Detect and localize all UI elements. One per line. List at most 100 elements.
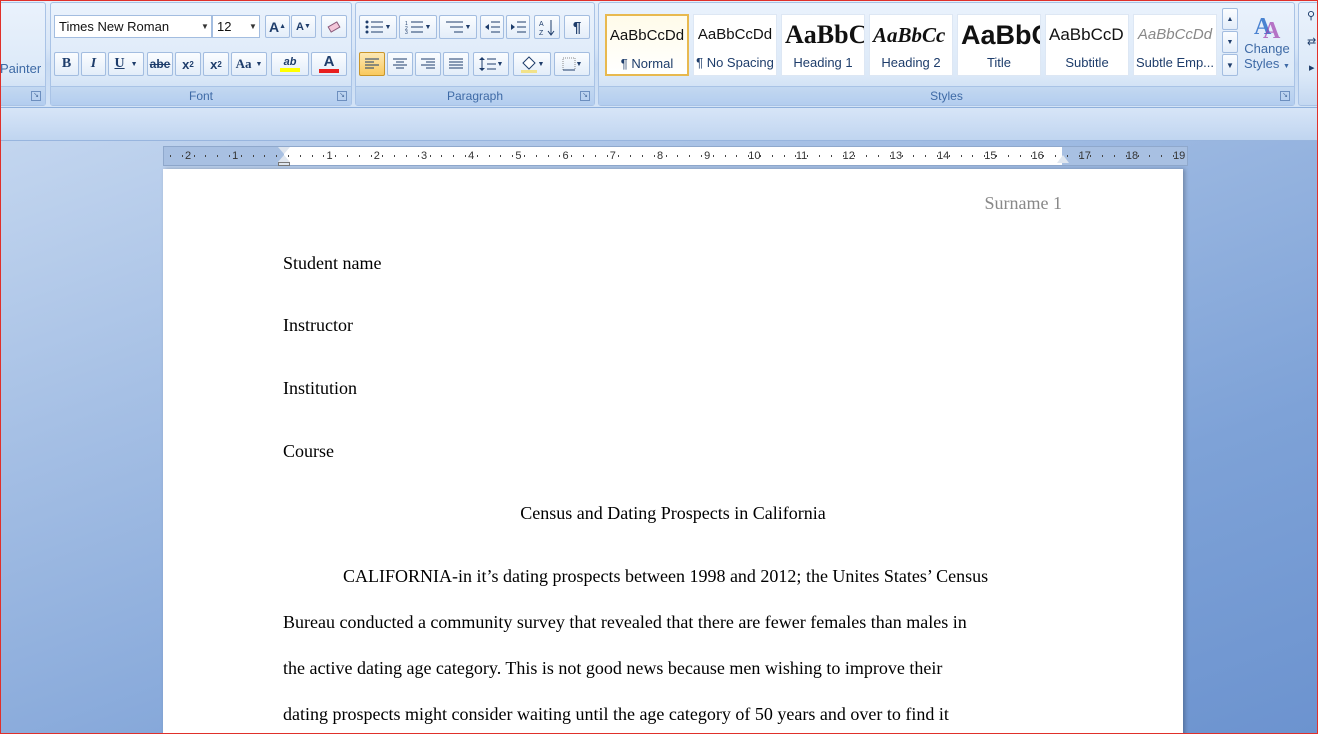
ruler-minor-tick (1173, 155, 1174, 157)
increase-indent-button[interactable] (506, 15, 530, 39)
style-preview: AaBbC (961, 20, 1040, 50)
replace-icon[interactable]: ⇄ (1307, 35, 1316, 48)
chevron-down-icon[interactable]: ▼ (465, 24, 472, 31)
style-preview: AaBbCc (873, 23, 946, 47)
chevron-down-icon[interactable]: ▼ (385, 24, 392, 31)
style-title[interactable]: AaBbC Title (957, 14, 1041, 76)
svg-text:3: 3 (405, 30, 408, 34)
font-size-select[interactable]: 12 ▼ (212, 15, 260, 38)
find-icon[interactable]: ⚲ (1307, 9, 1315, 22)
ruler-minor-tick (335, 155, 337, 157)
ruler-minor-tick (984, 155, 986, 157)
ruler-minor-tick (453, 155, 455, 157)
style-subtle-emphasis[interactable]: AaBbCcDd Subtle Emp... (1133, 14, 1217, 76)
strikethrough-button[interactable]: abe (147, 52, 173, 76)
left-indent-marker[interactable] (278, 162, 290, 166)
ruler-minor-tick (618, 155, 620, 157)
show-formatting-marks-button[interactable]: ¶ (564, 15, 590, 39)
align-right-button[interactable] (415, 52, 441, 76)
font-color-button[interactable]: A (311, 52, 347, 76)
style-name: Heading 2 (881, 55, 941, 70)
chevron-down-icon: ▼ (1283, 63, 1290, 70)
hanging-indent-marker[interactable] (278, 155, 290, 162)
clipboard-launcher-icon[interactable]: ↘ (31, 91, 41, 101)
align-left-button[interactable] (359, 52, 385, 76)
ruler-minor-tick (1102, 155, 1104, 157)
ruler-tick-label: 14 (937, 150, 950, 162)
chevron-down-icon[interactable]: ▼ (538, 61, 545, 68)
subscript-button[interactable]: x2 (175, 52, 201, 76)
ruler-minor-tick (1125, 155, 1127, 157)
font-dialog-launcher-icon[interactable]: ↘ (337, 91, 347, 101)
ruler-minor-tick (476, 155, 478, 157)
ruler-minor-tick (406, 155, 407, 157)
style-heading-1[interactable]: AaBbC Heading 1 (781, 14, 865, 76)
highlighter-icon: ab (283, 56, 297, 68)
ruler-tick-label: 7 (609, 150, 616, 162)
style-no-spacing[interactable]: AaBbCcDd ¶ No Spacing (693, 14, 777, 76)
ruler-tick-label: 9 (704, 150, 711, 162)
superscript-button[interactable]: x2 (203, 52, 229, 76)
right-indent-marker[interactable] (1057, 155, 1069, 163)
ruler-minor-tick (264, 155, 266, 157)
bullets-button[interactable]: ▼ (359, 15, 397, 39)
styles-scroll-down-button[interactable]: ▼ (1222, 31, 1238, 53)
document-page[interactable]: Surname 1 Student name Instructor Instit… (163, 169, 1183, 734)
styles-more-button[interactable]: ▼ (1222, 54, 1238, 76)
italic-button[interactable]: I (81, 52, 106, 76)
chevron-down-icon[interactable]: ▼ (255, 60, 262, 68)
font-family-value: Times New Roman (59, 19, 170, 34)
change-case-button[interactable]: Aa ▼ (231, 52, 267, 76)
font-family-select[interactable]: Times New Roman ▼ (54, 15, 212, 38)
change-styles-icon: A A (1254, 14, 1281, 41)
clear-formatting-button[interactable] (321, 15, 347, 38)
line-spacing-button[interactable]: ▼ (473, 52, 509, 76)
chevron-down-icon[interactable]: ▼ (247, 16, 259, 37)
paragraph-dialog-launcher-icon[interactable]: ↘ (580, 91, 590, 101)
style-subtitle[interactable]: AaBbCcD Subtitle (1045, 14, 1129, 76)
ruler-minor-tick (712, 155, 714, 157)
chevron-down-icon[interactable]: ▼ (131, 60, 138, 68)
style-heading-2[interactable]: AaBbCc Heading 2 (869, 14, 953, 76)
first-line-indent-marker[interactable] (278, 147, 290, 154)
shrink-font-button[interactable]: A ▼ (291, 15, 316, 38)
shading-button[interactable]: ▼ (513, 52, 551, 76)
chevron-down-icon[interactable]: ▼ (425, 24, 432, 31)
styles-dialog-launcher-icon[interactable]: ↘ (1280, 91, 1290, 101)
highlight-button[interactable]: ab (271, 52, 309, 76)
ruler-minor-tick (441, 155, 443, 157)
bold-button[interactable]: B (54, 52, 79, 76)
ruler-minor-tick (842, 155, 844, 157)
styles-scroll-up-button[interactable]: ▲ (1222, 8, 1238, 30)
doc-line-course: Course (283, 441, 334, 461)
eraser-icon (327, 20, 341, 33)
justify-button[interactable] (443, 52, 469, 76)
borders-button[interactable]: ▼ (554, 52, 590, 76)
select-icon[interactable]: ▸ (1309, 61, 1315, 74)
style-normal[interactable]: AaBbCcDd ¶ Normal (605, 14, 689, 76)
ruler-minor-tick (901, 155, 903, 157)
ruler-minor-tick (1149, 155, 1151, 157)
horizontal-ruler[interactable]: 2 1 1 2 3 4 5 6 7 8 9 10 11 12 13 14 15 16 17 18 19 (163, 146, 1188, 166)
paragraph-group-label: Paragraph (356, 86, 594, 105)
ruler-tick-label: 8 (656, 150, 664, 162)
decrease-indent-button[interactable] (480, 15, 504, 39)
sort-button[interactable]: AZ (534, 15, 560, 39)
underline-button[interactable]: U ▼ (108, 52, 144, 76)
font-color-icon: A (323, 53, 335, 70)
format-painter-button[interactable]: Painter (0, 61, 41, 76)
grow-font-button[interactable]: A ▲ (265, 15, 290, 38)
change-styles-label-2: Styles (1244, 56, 1280, 71)
style-name: Title (986, 55, 1012, 70)
change-styles-button[interactable]: A A Change Styles ▼ (1241, 9, 1293, 85)
chevron-down-icon[interactable]: ▼ (497, 61, 504, 68)
chevron-down-icon[interactable]: ▼ (199, 16, 211, 37)
doc-line-institution: Institution (283, 378, 358, 398)
align-center-button[interactable] (387, 52, 413, 76)
ruler-minor-tick (429, 155, 431, 157)
ruler-minor-tick (724, 155, 726, 157)
numbering-button[interactable]: 123 ▼ (399, 15, 437, 39)
multilevel-list-button[interactable]: ▼ (439, 15, 477, 39)
chevron-down-icon[interactable]: ▼ (576, 61, 583, 68)
ruler-minor-tick (500, 155, 502, 157)
